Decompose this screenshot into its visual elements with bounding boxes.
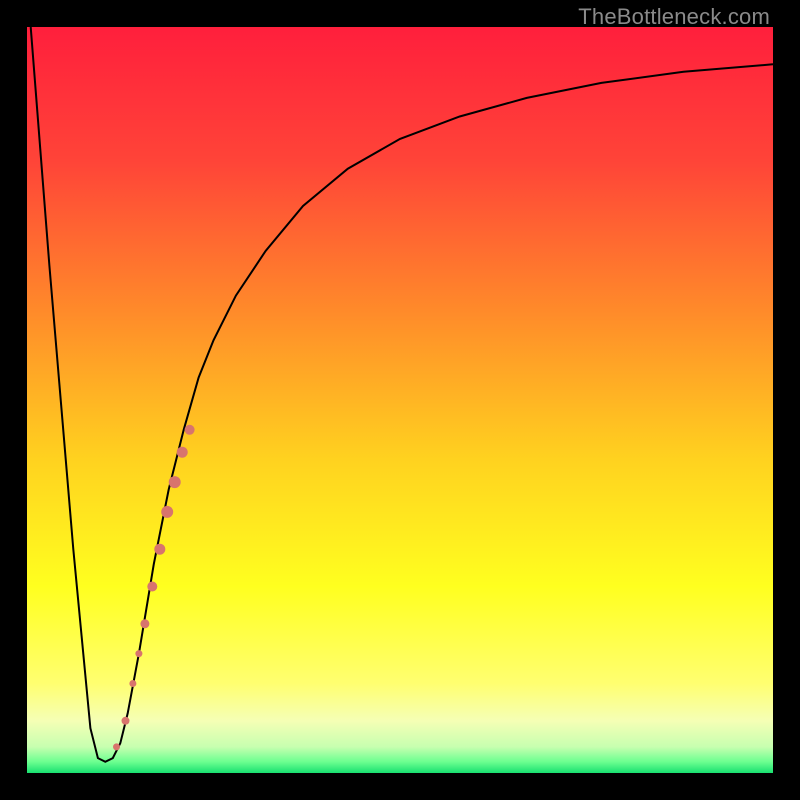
chart-frame: TheBottleneck.com xyxy=(0,0,800,800)
bottleneck-chart xyxy=(27,27,773,773)
highlight-dot xyxy=(135,650,142,657)
highlight-dot xyxy=(147,582,157,592)
highlight-dot xyxy=(177,447,188,458)
highlight-dot xyxy=(140,619,149,628)
highlight-dot xyxy=(185,425,195,435)
highlight-dot xyxy=(122,717,130,725)
watermark-text: TheBottleneck.com xyxy=(578,4,770,30)
highlight-dot xyxy=(113,743,120,750)
highlight-dot xyxy=(129,680,136,687)
highlight-dot xyxy=(161,506,173,518)
plot-area xyxy=(27,27,773,773)
highlight-dot xyxy=(154,544,165,555)
highlight-dot xyxy=(169,476,181,488)
